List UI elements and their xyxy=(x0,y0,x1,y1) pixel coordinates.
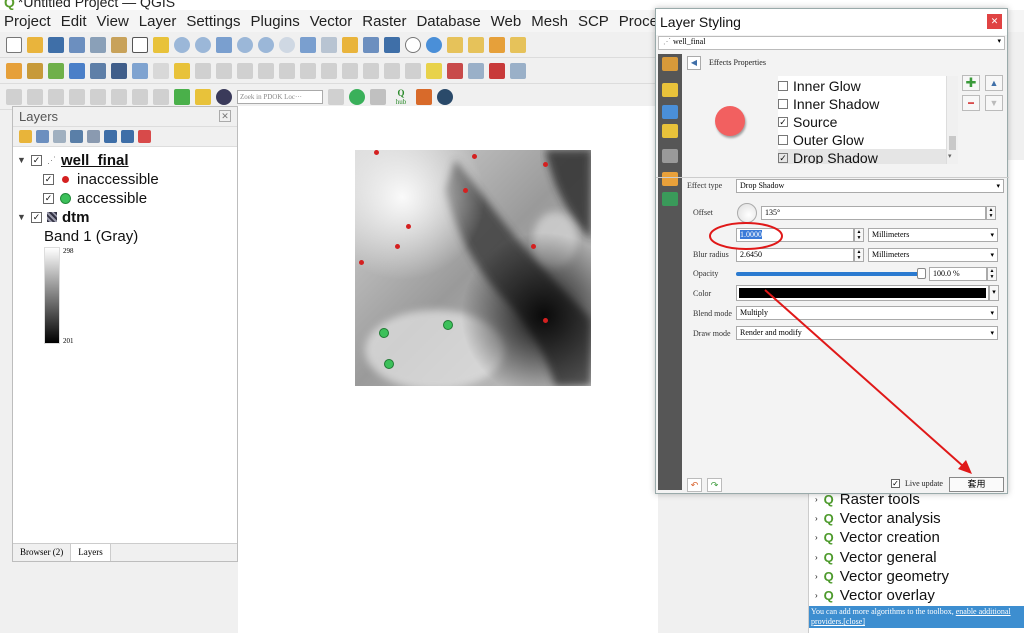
annotation-overlay xyxy=(709,222,972,474)
annotation-arrow-line xyxy=(764,289,965,468)
annotation-circle xyxy=(709,222,783,250)
annotation-arrowhead xyxy=(958,460,972,474)
